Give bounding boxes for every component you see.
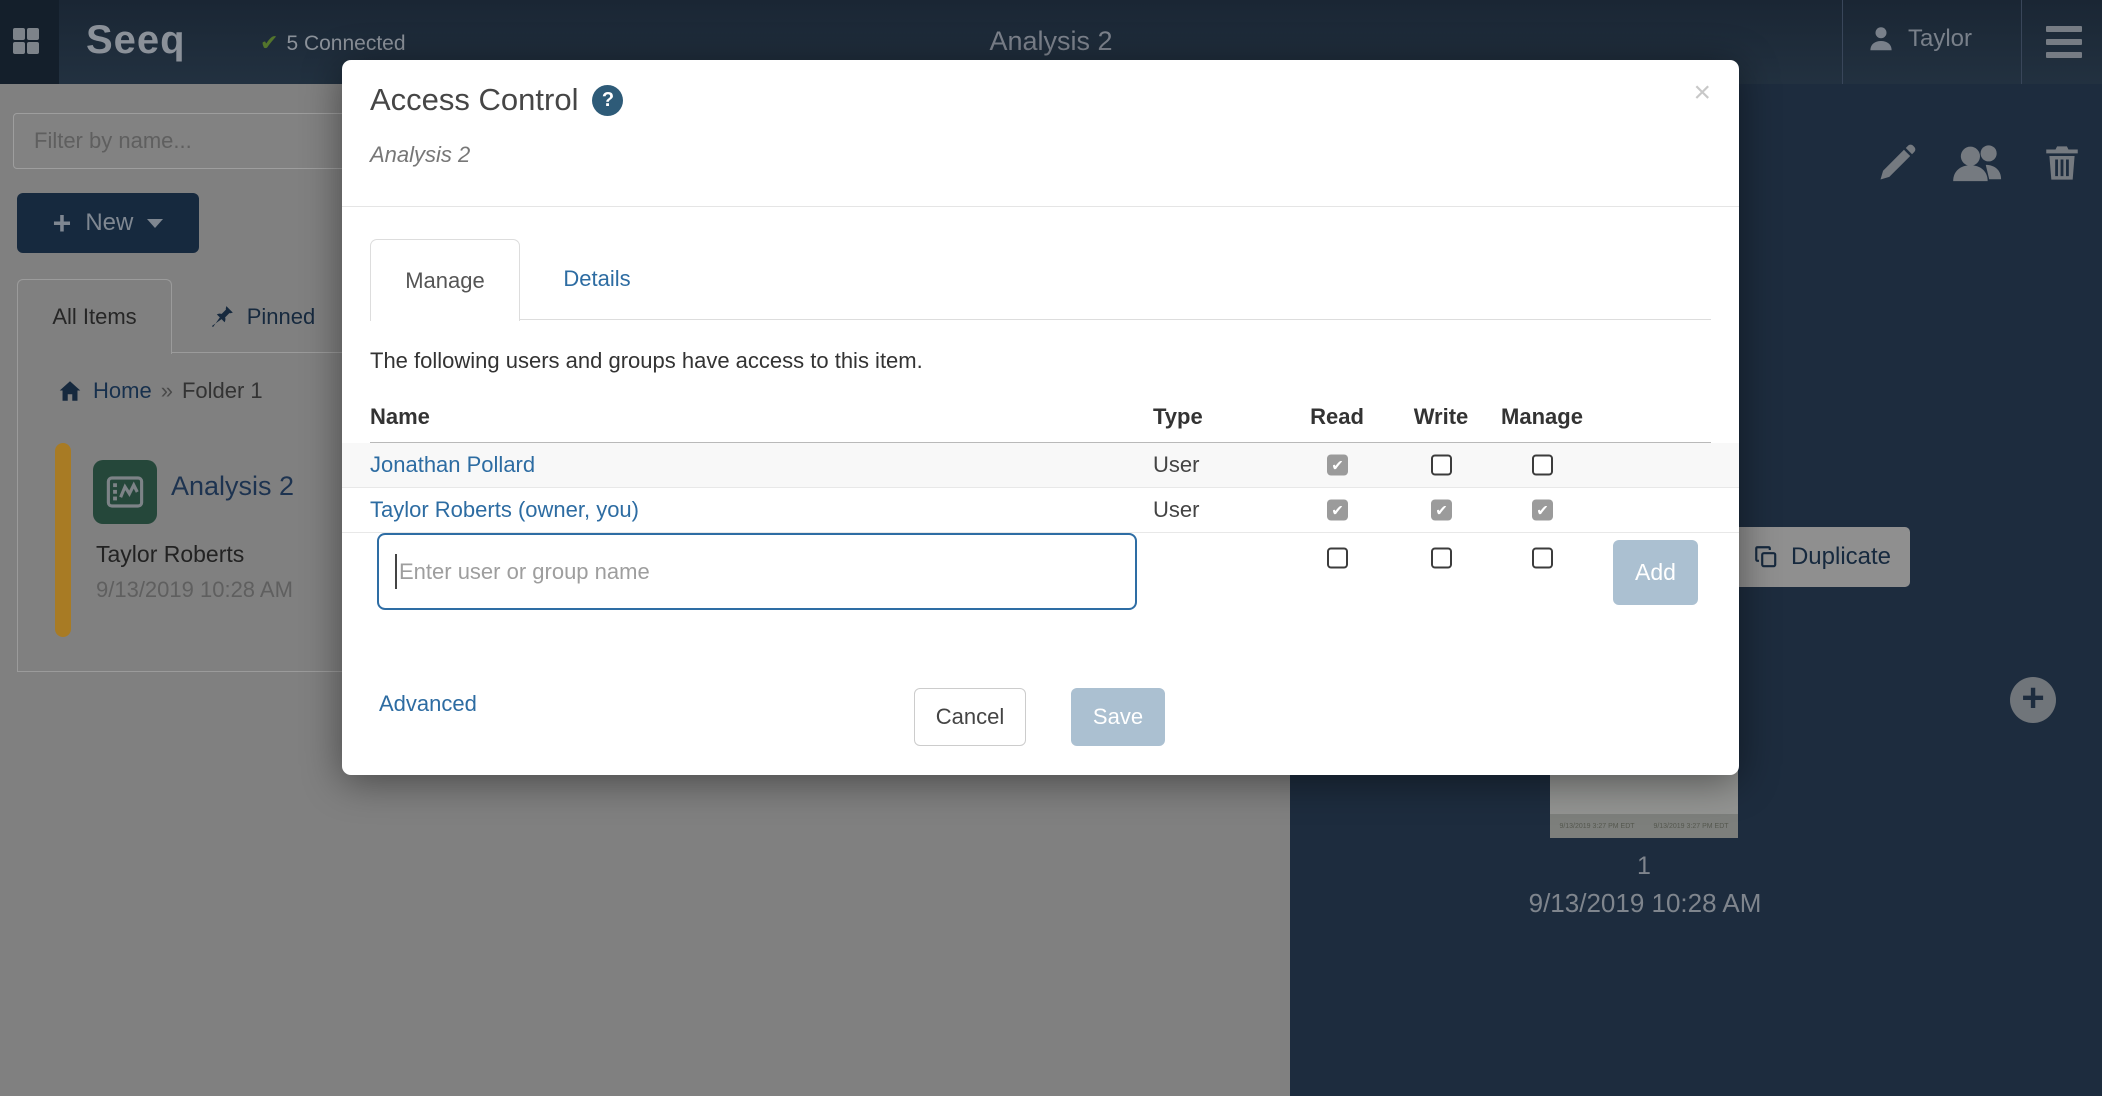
- modal-divider: [342, 206, 1739, 207]
- help-icon[interactable]: ?: [592, 85, 623, 116]
- write-checkbox[interactable]: [1431, 455, 1452, 476]
- access-table-row: Jonathan Pollard User: [342, 443, 1739, 488]
- user-type: User: [1153, 452, 1199, 478]
- tab-details[interactable]: Details: [522, 239, 672, 319]
- breadcrumb: Home » Folder 1: [56, 378, 263, 404]
- tab-pinned-label: Pinned: [247, 304, 316, 330]
- add-manage-checkbox[interactable]: [1532, 548, 1553, 569]
- username-label: Taylor: [1908, 25, 1972, 53]
- new-button-label: New: [85, 209, 133, 237]
- user-icon: [1866, 24, 1896, 54]
- delete-trash-icon[interactable]: [2041, 141, 2083, 190]
- thumbnail-axis: 9/13/2019 3:27 PM EDT 9/13/2019 3:27 PM …: [1550, 814, 1738, 838]
- user-type: User: [1153, 497, 1199, 523]
- tab-manage[interactable]: Manage: [370, 239, 520, 321]
- plus-icon: +: [2021, 678, 2044, 718]
- access-control-modal: × Access Control ? Analysis 2 Manage Det…: [342, 60, 1739, 775]
- column-header-read: Read: [1297, 398, 1377, 436]
- user-name-link[interactable]: Taylor Roberts (owner, you): [370, 497, 639, 523]
- modal-title-text: Access Control: [370, 82, 578, 118]
- add-row-checkboxes: [342, 538, 1739, 578]
- topbar-divider: [1842, 0, 1843, 86]
- breadcrumb-separator: »: [161, 378, 173, 404]
- advanced-link[interactable]: Advanced: [379, 691, 477, 717]
- read-checkbox[interactable]: [1327, 500, 1348, 521]
- column-header-type: Type: [1153, 398, 1203, 436]
- read-checkbox[interactable]: [1327, 455, 1348, 476]
- column-header-manage: Manage: [1497, 398, 1587, 436]
- access-control-people-icon[interactable]: [1949, 139, 2011, 190]
- page-title: Analysis 2: [0, 26, 2102, 57]
- column-header-name: Name: [370, 398, 430, 436]
- breadcrumb-home-link[interactable]: Home: [93, 378, 152, 404]
- worksheet-actions: [1875, 139, 2083, 190]
- worksheet-timestamp: 9/13/2019 10:28 AM: [1490, 888, 1800, 919]
- save-button[interactable]: Save: [1071, 688, 1165, 746]
- edit-pencil-icon[interactable]: [1875, 141, 1919, 190]
- thumbnail-axis-label: 9/13/2019 3:27 PM EDT: [1559, 823, 1634, 830]
- duplicate-button-label: Duplicate: [1791, 543, 1891, 571]
- manage-checkbox[interactable]: [1532, 500, 1553, 521]
- access-table-row: Taylor Roberts (owner, you) User: [342, 488, 1739, 533]
- home-icon[interactable]: [56, 378, 84, 404]
- breadcrumb-current: Folder 1: [182, 378, 263, 404]
- access-description: The following users and groups have acce…: [370, 348, 923, 374]
- seeq-workbench: Seeq ✔5 Connected Analysis 2 Taylor + Ne…: [0, 0, 2102, 1096]
- tab-all-items[interactable]: All Items: [17, 279, 172, 354]
- hamburger-menu-icon[interactable]: [2046, 26, 2082, 58]
- close-icon[interactable]: ×: [1693, 78, 1711, 108]
- new-button[interactable]: + New: [17, 193, 199, 253]
- add-write-checkbox[interactable]: [1431, 548, 1452, 569]
- column-header-write: Write: [1401, 398, 1481, 436]
- analysis-chart-icon: [93, 460, 157, 524]
- user-menu-button[interactable]: Taylor: [1866, 24, 1972, 54]
- add-read-checkbox[interactable]: [1327, 548, 1348, 569]
- user-name-link[interactable]: Jonathan Pollard: [370, 452, 535, 478]
- access-table-rows: Jonathan Pollard User Taylor Roberts (ow…: [342, 443, 1739, 533]
- card-owner: Taylor Roberts: [96, 541, 244, 568]
- add-button[interactable]: Add: [1613, 540, 1698, 605]
- pushpin-icon: [209, 304, 235, 330]
- plus-icon: +: [53, 207, 72, 239]
- card-timestamp: 9/13/2019 10:28 AM: [96, 577, 293, 603]
- card-accent-bar: [55, 443, 71, 637]
- worksheet-number: 1: [1550, 852, 1738, 881]
- write-checkbox[interactable]: [1431, 500, 1452, 521]
- topbar-divider: [2021, 0, 2022, 86]
- cancel-button[interactable]: Cancel: [914, 688, 1026, 746]
- tab-pinned[interactable]: Pinned: [172, 279, 352, 354]
- thumbnail-axis-label: 9/13/2019 3:27 PM EDT: [1653, 823, 1728, 830]
- copy-icon: [1753, 544, 1779, 570]
- tabs-divider: [370, 319, 1711, 320]
- card-title-link[interactable]: Analysis 2: [171, 471, 294, 502]
- manage-checkbox[interactable]: [1532, 455, 1553, 476]
- duplicate-button[interactable]: Duplicate: [1734, 527, 1910, 587]
- caret-down-icon: [147, 219, 163, 228]
- modal-title: Access Control ?: [370, 82, 623, 118]
- add-worksheet-button[interactable]: +: [2010, 677, 2056, 723]
- modal-subtitle: Analysis 2: [370, 142, 470, 168]
